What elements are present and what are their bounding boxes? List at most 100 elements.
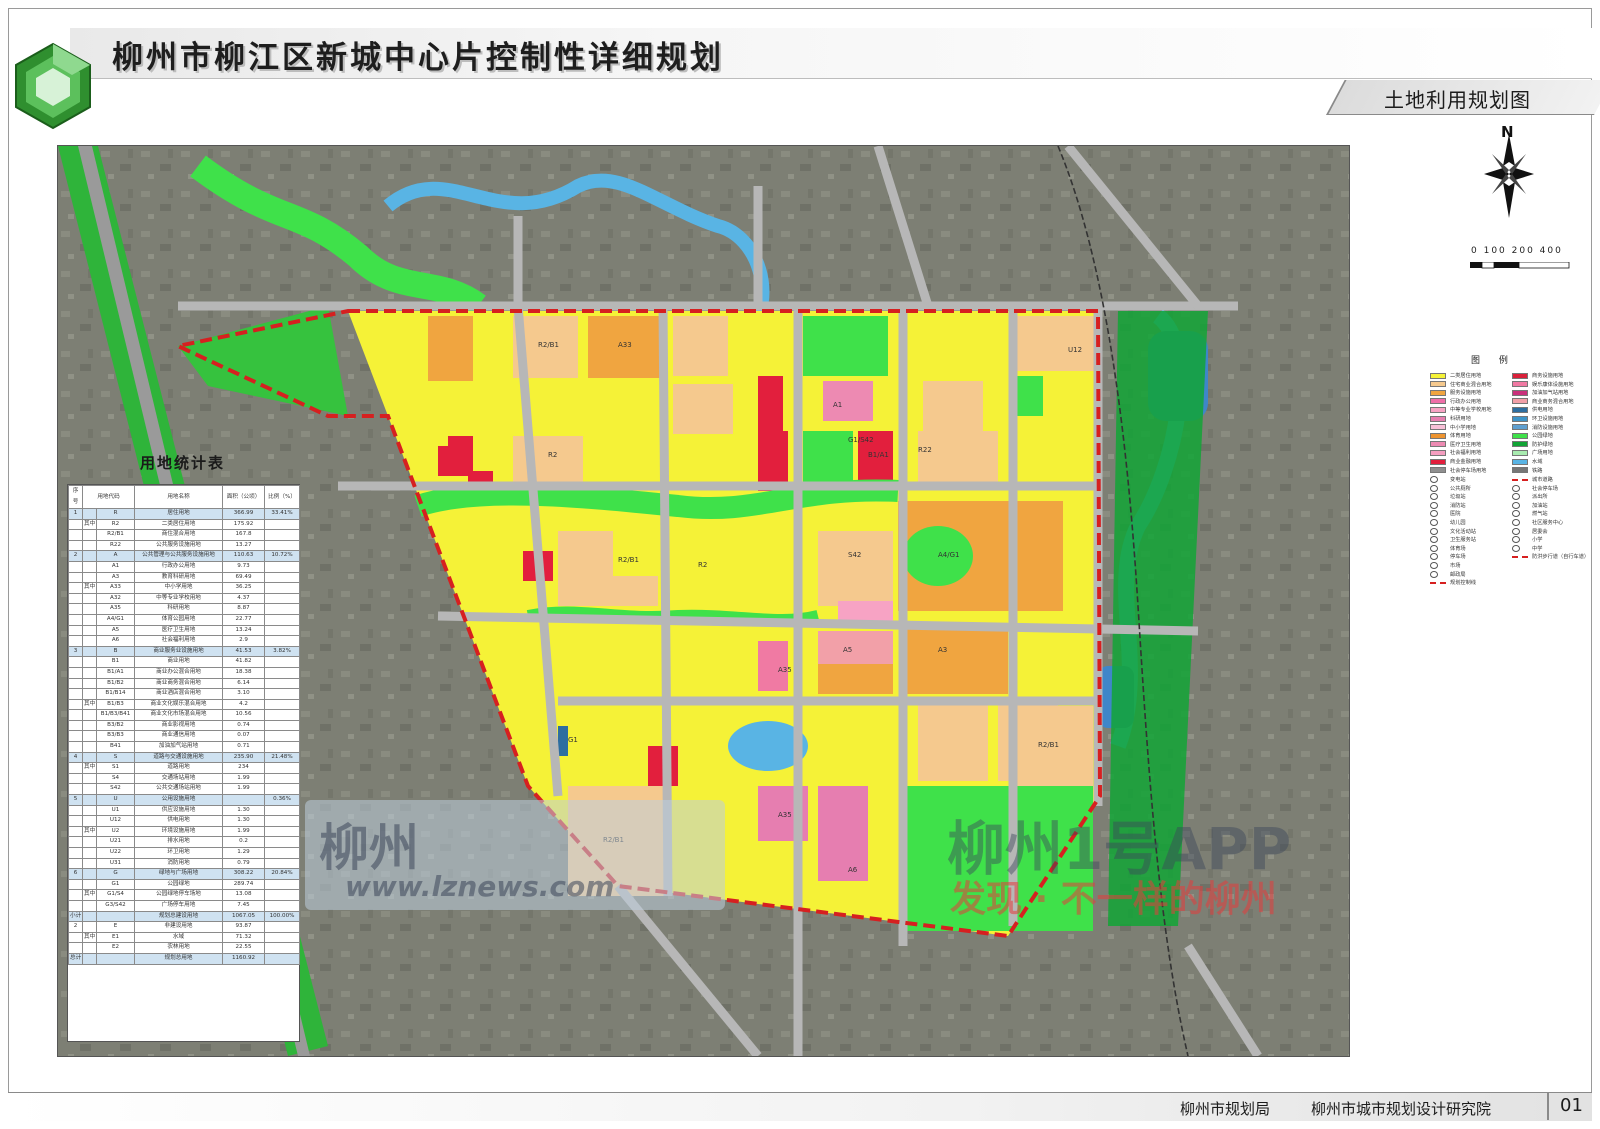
legend-swatch [1430, 441, 1446, 448]
parcel-label: A5 [843, 646, 853, 654]
legend-swatch [1430, 432, 1446, 439]
legend-item: 行政办公用地 [1430, 398, 1481, 406]
legend-swatch [1430, 449, 1446, 456]
legend-swatch [1512, 467, 1528, 474]
table-cell-name: 广场停车用地 [134, 899, 224, 912]
legend-label: 铁路 [1532, 467, 1543, 474]
legend-label: 医院 [1450, 511, 1461, 518]
map-symbol-icon [1512, 484, 1520, 492]
table-cell-no [68, 582, 83, 594]
table-row: 4 S 道路与交通设施用地 235.90 21.48% [68, 751, 301, 764]
table-cell-sub [82, 952, 97, 965]
parcel-label: A35 [778, 666, 792, 674]
table-cell-no [68, 847, 83, 859]
table-cell-no [68, 804, 83, 817]
table-cell-pct: 10.72% [264, 550, 301, 562]
table-cell-code: R2/B1 [95, 529, 136, 541]
table-cell-area: 8.87 [222, 603, 266, 615]
legend-swatch [1512, 432, 1528, 439]
legend-label: 加油加气站用地 [1532, 390, 1569, 397]
legend-item: 规划控制线 [1430, 579, 1476, 587]
table-cell-area: 1.99 [222, 783, 266, 796]
table-cell-sub [82, 508, 97, 520]
table-cell-area: 4.37 [222, 592, 266, 605]
legend-item: 市场 [1430, 562, 1460, 570]
map-symbol-icon [1430, 562, 1438, 569]
table-cell-code [95, 952, 136, 965]
table-cell-area: 1.29 [222, 847, 266, 859]
table-cell-code: U2 [95, 825, 136, 838]
table-cell-code: B1/B2 [95, 677, 136, 690]
legend-label: 消防站 [1450, 502, 1466, 509]
table-cell-pct [264, 942, 301, 954]
table-row: 总计 规划总用地 1160.92 [68, 952, 301, 965]
table-cell-name: 加油加气站用地 [134, 741, 224, 753]
table-cell-sub [82, 878, 97, 891]
footer-org-a: 柳州市规划局 [1180, 1100, 1271, 1118]
table-cell-area: 18.38 [222, 666, 266, 679]
table-cell-area: 1160.92 [222, 952, 266, 965]
table-cell-no: 2 [68, 921, 83, 933]
table-cell-code: A33 [95, 582, 136, 594]
legend-item: 中等专业学校用地 [1430, 406, 1492, 414]
legend-item: 文化活动站 [1430, 527, 1476, 536]
legend-swatch [1512, 389, 1528, 396]
table-cell-no [68, 878, 83, 891]
parcel-label: R2/B1 [538, 341, 559, 349]
legend-item: 环卫设施用地 [1512, 415, 1563, 423]
map-symbol-icon [1430, 544, 1438, 552]
table-cell-code: R [95, 508, 136, 520]
legend-swatch [1512, 424, 1528, 431]
table-row: 其中 G1/S4 公园绿地停车场地 13.08 [68, 889, 301, 901]
table-row: 其中 B1/B3 商业文化娱乐混合用地 4.2 [68, 698, 301, 711]
table-row: R22 公共服务设施用地 13.27 [68, 539, 301, 552]
table-cell-name: 商业文化市场混合用地 [134, 709, 224, 721]
table-cell-code: A3 [95, 571, 136, 584]
table-cell-area: 93.87 [222, 921, 266, 933]
table-cell-code: B3/B3 [95, 730, 136, 743]
parcel-label: A6 [848, 866, 858, 874]
table-cell-pct [264, 698, 301, 711]
table-cell-area: 167.8 [222, 529, 266, 541]
table-cell-pct [264, 613, 301, 626]
table-row: A1 行政办公用地 9.73 [68, 560, 301, 573]
legend-label: 派出所 [1532, 494, 1548, 501]
table-cell-no [68, 730, 83, 743]
stats-table-panel: 序号 用地代码 用地名称 面积（公顷） 比例（%） 1 R 居住用地 366.99 33… [67, 484, 301, 1042]
map-symbol-icon [1430, 536, 1438, 544]
map-symbol-icon [1512, 501, 1520, 509]
table-cell-code: E1 [95, 931, 136, 944]
legend-label: 卫生服务站 [1450, 537, 1476, 544]
map-symbol-icon [1430, 527, 1438, 535]
table-row: A32 中等专业学校用地 4.37 [68, 592, 301, 605]
table-cell-pct [264, 603, 301, 615]
table-cell-code: A6 [95, 635, 136, 647]
table-cell-code: B3/B2 [95, 719, 136, 732]
legend-label: 娱乐康体设施用地 [1532, 381, 1574, 388]
table-row: A6 社会福利用地 2.9 [68, 635, 301, 647]
table-cell-sub [82, 921, 97, 933]
legend-swatch [1430, 415, 1446, 422]
table-cell-code: B1 [95, 656, 136, 668]
table-cell-pct [264, 825, 301, 838]
table-row: E2 农林用地 22.55 [68, 942, 301, 954]
table-cell-no [68, 783, 83, 796]
table-cell-name: 体育公园用地 [134, 613, 224, 626]
table-cell-pct [264, 857, 301, 870]
table-cell-code: S1 [95, 762, 136, 774]
legend-item: 中学 [1512, 544, 1542, 553]
table-cell-name: 道路与交通设施用地 [134, 751, 224, 764]
table-cell-no [68, 635, 83, 647]
table-cell-pct [264, 815, 301, 827]
table-cell-area: 175.92 [222, 518, 266, 531]
table-cell-name: 商住混合用地 [134, 529, 224, 541]
legend-swatch [1512, 415, 1528, 422]
table-cell-area: 0.79 [222, 857, 266, 870]
table-cell-no [68, 709, 83, 721]
table-cell-pct [264, 836, 301, 848]
table-cell-sub [82, 899, 97, 912]
table-cell-no: 1 [68, 508, 83, 520]
legend-item: 娱乐康体设施用地 [1512, 381, 1574, 389]
table-row: 其中 E1 水域 71.32 [68, 931, 301, 944]
table-row: S42 公共交通场站用地 1.99 [68, 783, 301, 796]
